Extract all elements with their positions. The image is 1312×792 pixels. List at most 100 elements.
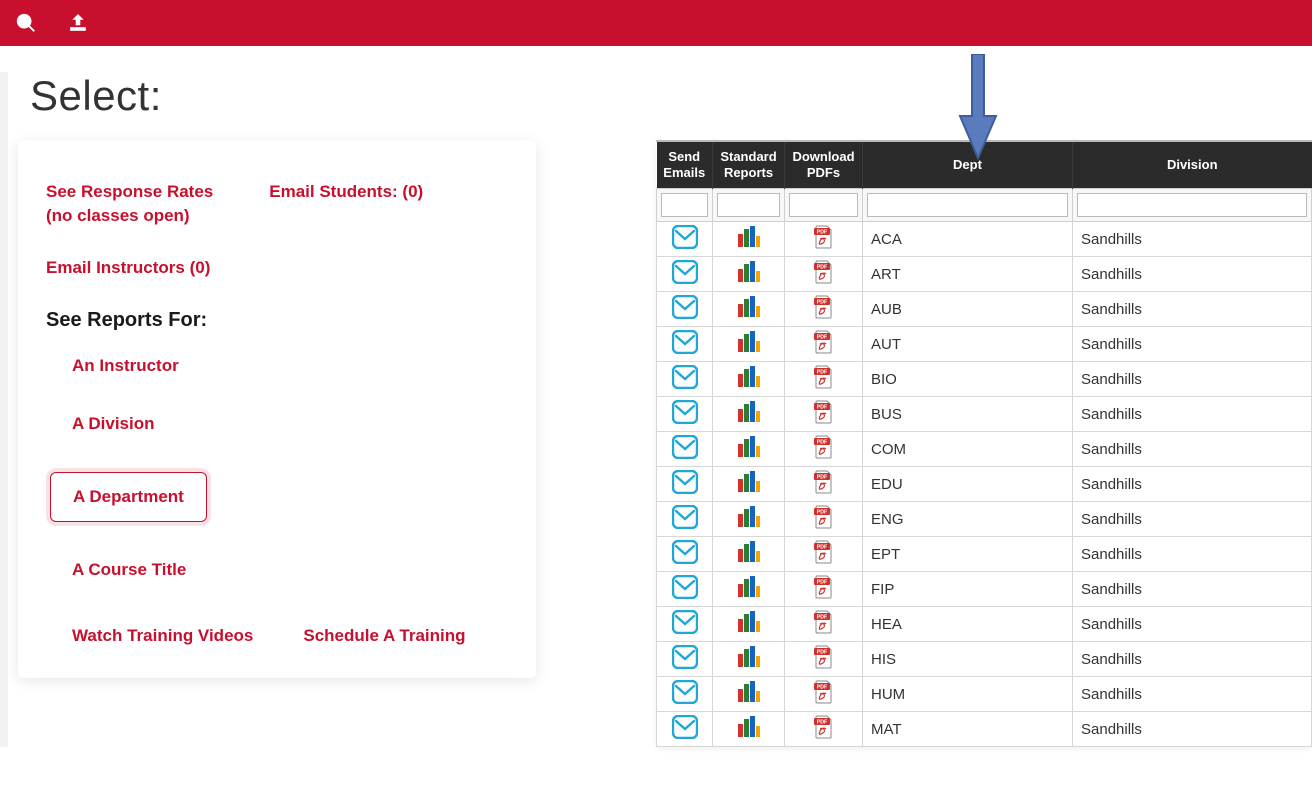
cell-division[interactable]: Sandhills xyxy=(1073,537,1312,572)
pdf-icon[interactable]: PDF xyxy=(813,586,835,603)
col-division[interactable]: Division xyxy=(1073,142,1312,189)
cell-division[interactable]: Sandhills xyxy=(1073,257,1312,292)
bar-chart-icon[interactable] xyxy=(737,235,761,252)
email-icon[interactable] xyxy=(672,656,698,673)
nav-an-instructor[interactable]: An Instructor xyxy=(72,356,508,376)
email-icon[interactable] xyxy=(672,271,698,288)
bar-chart-icon[interactable] xyxy=(737,340,761,357)
pdf-icon[interactable]: PDF xyxy=(813,411,835,428)
pdf-icon[interactable]: PDF xyxy=(813,656,835,673)
svg-text:PDF: PDF xyxy=(816,510,826,516)
cell-division[interactable]: Sandhills xyxy=(1073,677,1312,712)
col-standard-reports[interactable]: Standard Reports xyxy=(713,142,785,189)
cell-dept[interactable]: ART xyxy=(863,257,1073,292)
col-dept[interactable]: Dept xyxy=(863,142,1073,189)
cell-division[interactable]: Sandhills xyxy=(1073,397,1312,432)
email-icon[interactable] xyxy=(672,481,698,498)
svg-text:PDF: PDF xyxy=(816,230,826,236)
bar-chart-icon[interactable] xyxy=(737,585,761,602)
bar-chart-icon[interactable] xyxy=(737,445,761,462)
filter-standard-reports[interactable] xyxy=(717,193,780,217)
cell-division[interactable]: Sandhills xyxy=(1073,502,1312,537)
upload-icon[interactable] xyxy=(64,9,92,37)
cell-division[interactable]: Sandhills xyxy=(1073,712,1312,747)
cell-division[interactable]: Sandhills xyxy=(1073,432,1312,467)
bar-chart-icon[interactable] xyxy=(737,655,761,672)
filter-send-emails[interactable] xyxy=(661,193,708,217)
pdf-icon[interactable]: PDF xyxy=(813,516,835,533)
bar-chart-icon[interactable] xyxy=(737,620,761,637)
filter-download-pdfs[interactable] xyxy=(789,193,858,217)
cell-dept[interactable]: BUS xyxy=(863,397,1073,432)
pdf-icon[interactable]: PDF xyxy=(813,726,835,743)
cell-dept[interactable]: EPT xyxy=(863,537,1073,572)
bar-chart-icon[interactable] xyxy=(737,375,761,392)
email-students-link[interactable]: Email Students: (0) xyxy=(269,180,423,228)
svg-text:PDF: PDF xyxy=(816,615,826,621)
email-icon[interactable] xyxy=(672,236,698,253)
cell-dept[interactable]: HIS xyxy=(863,642,1073,677)
table-row: PDF ACASandhills xyxy=(657,222,1312,257)
cell-dept[interactable]: AUT xyxy=(863,327,1073,362)
bar-chart-icon[interactable] xyxy=(737,515,761,532)
email-icon[interactable] xyxy=(672,516,698,533)
email-icon[interactable] xyxy=(672,341,698,358)
cell-division[interactable]: Sandhills xyxy=(1073,607,1312,642)
email-icon[interactable] xyxy=(672,306,698,323)
nav-a-department[interactable]: A Department xyxy=(50,472,207,522)
cell-dept[interactable]: MAT xyxy=(863,712,1073,747)
cell-division[interactable]: Sandhills xyxy=(1073,292,1312,327)
filter-division[interactable] xyxy=(1077,193,1307,217)
cell-dept[interactable]: AUB xyxy=(863,292,1073,327)
search-icon[interactable] xyxy=(12,9,40,37)
cell-division[interactable]: Sandhills xyxy=(1073,222,1312,257)
cell-dept[interactable]: HUM xyxy=(863,677,1073,712)
email-icon[interactable] xyxy=(672,726,698,743)
bar-chart-icon[interactable] xyxy=(737,550,761,567)
schedule-training-link[interactable]: Schedule A Training xyxy=(303,624,465,648)
bar-chart-icon[interactable] xyxy=(737,690,761,707)
bar-chart-icon[interactable] xyxy=(737,305,761,322)
pdf-icon[interactable]: PDF xyxy=(813,236,835,253)
pdf-icon[interactable]: PDF xyxy=(813,446,835,463)
cell-dept[interactable]: COM xyxy=(863,432,1073,467)
bar-chart-icon[interactable] xyxy=(737,270,761,287)
pdf-icon[interactable]: PDF xyxy=(813,481,835,498)
watch-training-link[interactable]: Watch Training Videos xyxy=(72,624,253,648)
nav-a-course-title[interactable]: A Course Title xyxy=(72,560,508,580)
email-icon[interactable] xyxy=(672,411,698,428)
email-icon[interactable] xyxy=(672,376,698,393)
pdf-icon[interactable]: PDF xyxy=(813,271,835,288)
pdf-icon[interactable]: PDF xyxy=(813,306,835,323)
email-instructors-link[interactable]: Email Instructors (0) xyxy=(46,256,508,280)
cell-dept[interactable]: ENG xyxy=(863,502,1073,537)
cell-dept[interactable]: FIP xyxy=(863,572,1073,607)
pdf-icon[interactable]: PDF xyxy=(813,691,835,708)
bar-chart-icon[interactable] xyxy=(737,725,761,742)
col-download-pdfs[interactable]: Download PDFs xyxy=(785,142,863,189)
cell-division[interactable]: Sandhills xyxy=(1073,467,1312,502)
pdf-icon[interactable]: PDF xyxy=(813,621,835,638)
email-icon[interactable] xyxy=(672,446,698,463)
cell-division[interactable]: Sandhills xyxy=(1073,327,1312,362)
nav-a-division[interactable]: A Division xyxy=(72,414,508,434)
bar-chart-icon[interactable] xyxy=(737,410,761,427)
see-response-rates-link[interactable]: See Response Rates (no classes open) xyxy=(46,180,213,228)
cell-dept[interactable]: BIO xyxy=(863,362,1073,397)
email-icon[interactable] xyxy=(672,551,698,568)
bar-chart-icon[interactable] xyxy=(737,480,761,497)
cell-dept[interactable]: EDU xyxy=(863,467,1073,502)
cell-division[interactable]: Sandhills xyxy=(1073,642,1312,677)
cell-division[interactable]: Sandhills xyxy=(1073,362,1312,397)
pdf-icon[interactable]: PDF xyxy=(813,551,835,568)
cell-dept[interactable]: HEA xyxy=(863,607,1073,642)
cell-dept[interactable]: ACA xyxy=(863,222,1073,257)
pdf-icon[interactable]: PDF xyxy=(813,376,835,393)
email-icon[interactable] xyxy=(672,691,698,708)
pdf-icon[interactable]: PDF xyxy=(813,341,835,358)
col-send-emails[interactable]: Send Emails xyxy=(657,142,713,189)
filter-dept[interactable] xyxy=(867,193,1068,217)
email-icon[interactable] xyxy=(672,586,698,603)
cell-division[interactable]: Sandhills xyxy=(1073,572,1312,607)
email-icon[interactable] xyxy=(672,621,698,638)
